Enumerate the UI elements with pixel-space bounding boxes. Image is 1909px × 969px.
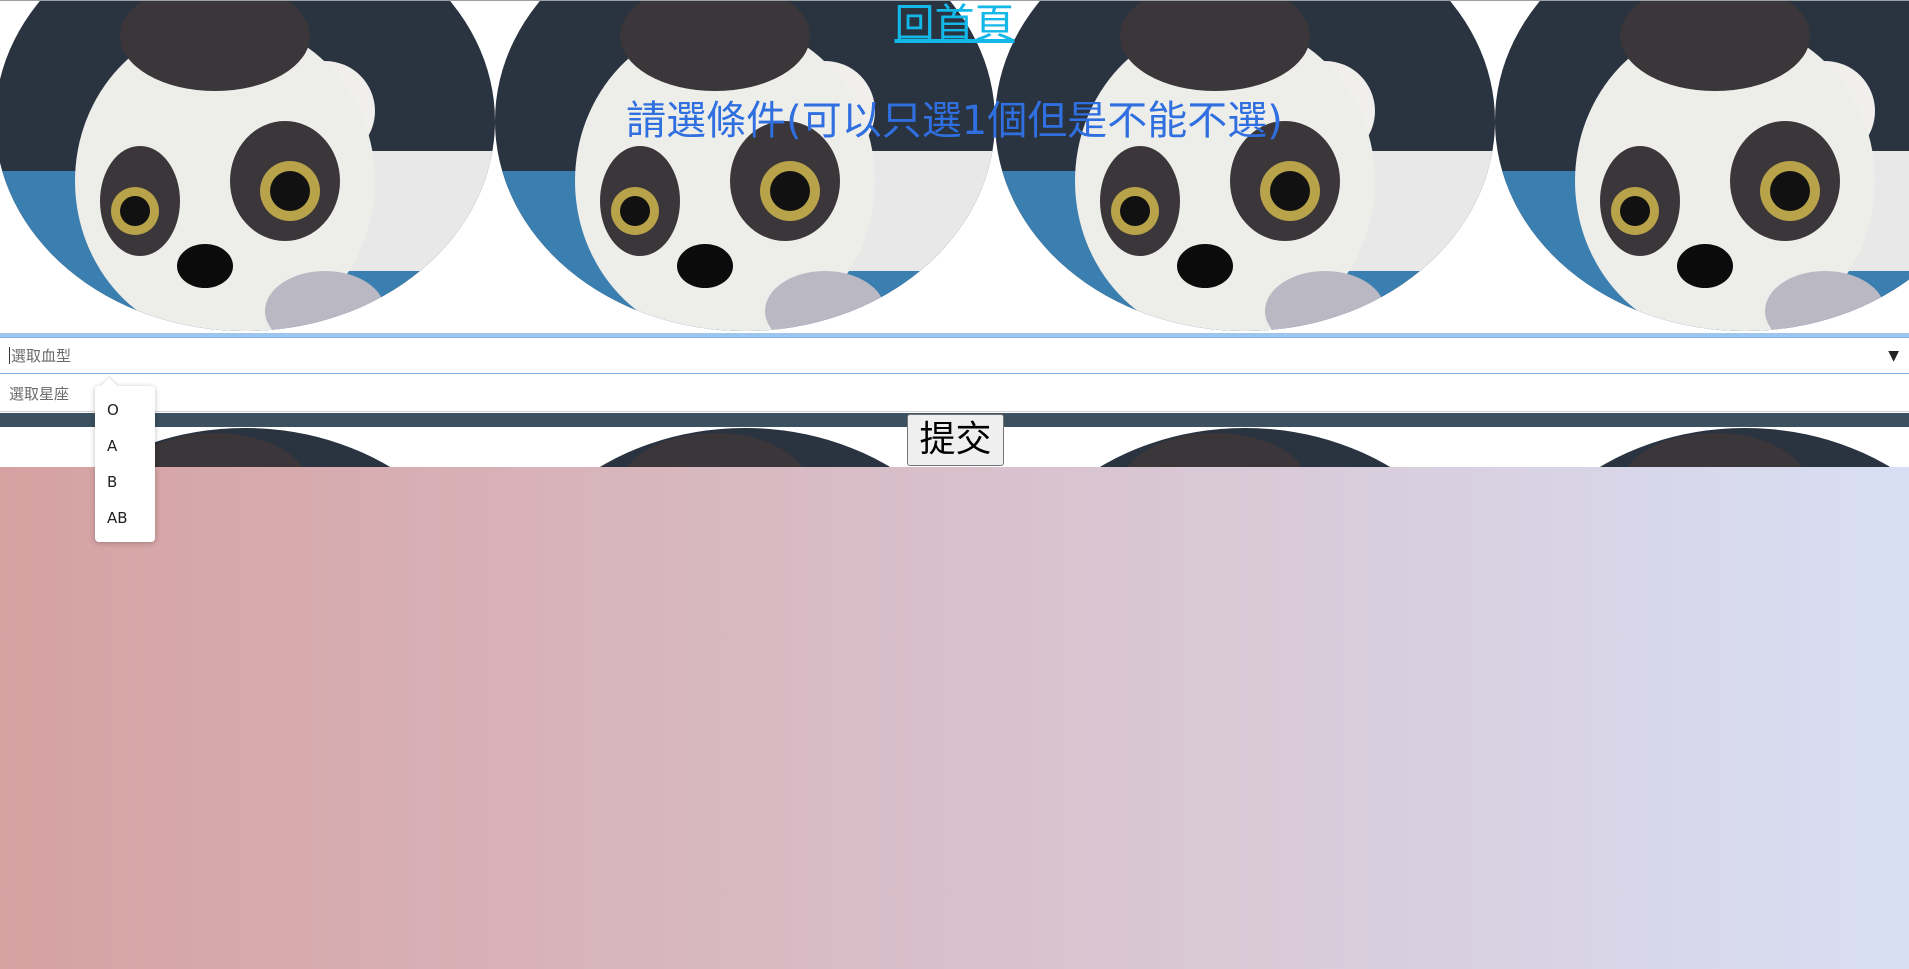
panda-image [1495,1,1909,331]
gradient-background [0,467,1909,969]
submit-button[interactable]: 提交 [907,414,1004,466]
home-link[interactable]: 回首頁 [0,0,1909,48]
blood-type-option-ab[interactable]: AB [95,500,155,536]
panda-image [995,428,1495,467]
blood-type-option-a[interactable]: A [95,428,155,464]
blood-type-select[interactable]: 選取血型 ▼ [0,337,1909,374]
zodiac-select[interactable]: 選取星座 [0,375,1909,412]
blood-type-placeholder: 選取血型 [11,347,72,365]
blood-type-option-o[interactable]: O [95,392,155,428]
panda-image [0,428,495,467]
page-title: 請選條件(可以只選1個但是不能不選) [626,98,1283,144]
panda-image [0,1,495,331]
blood-type-dropdown: O A B AB [95,386,155,542]
zodiac-placeholder: 選取星座 [9,384,70,403]
panda-image [495,1,995,331]
chevron-down-icon[interactable]: ▼ [1888,348,1899,364]
panda-svg [0,1,495,331]
blood-type-option-b[interactable]: B [95,464,155,500]
text-cursor [9,347,10,364]
panda-image [995,1,1495,331]
panda-image [1495,428,1909,467]
